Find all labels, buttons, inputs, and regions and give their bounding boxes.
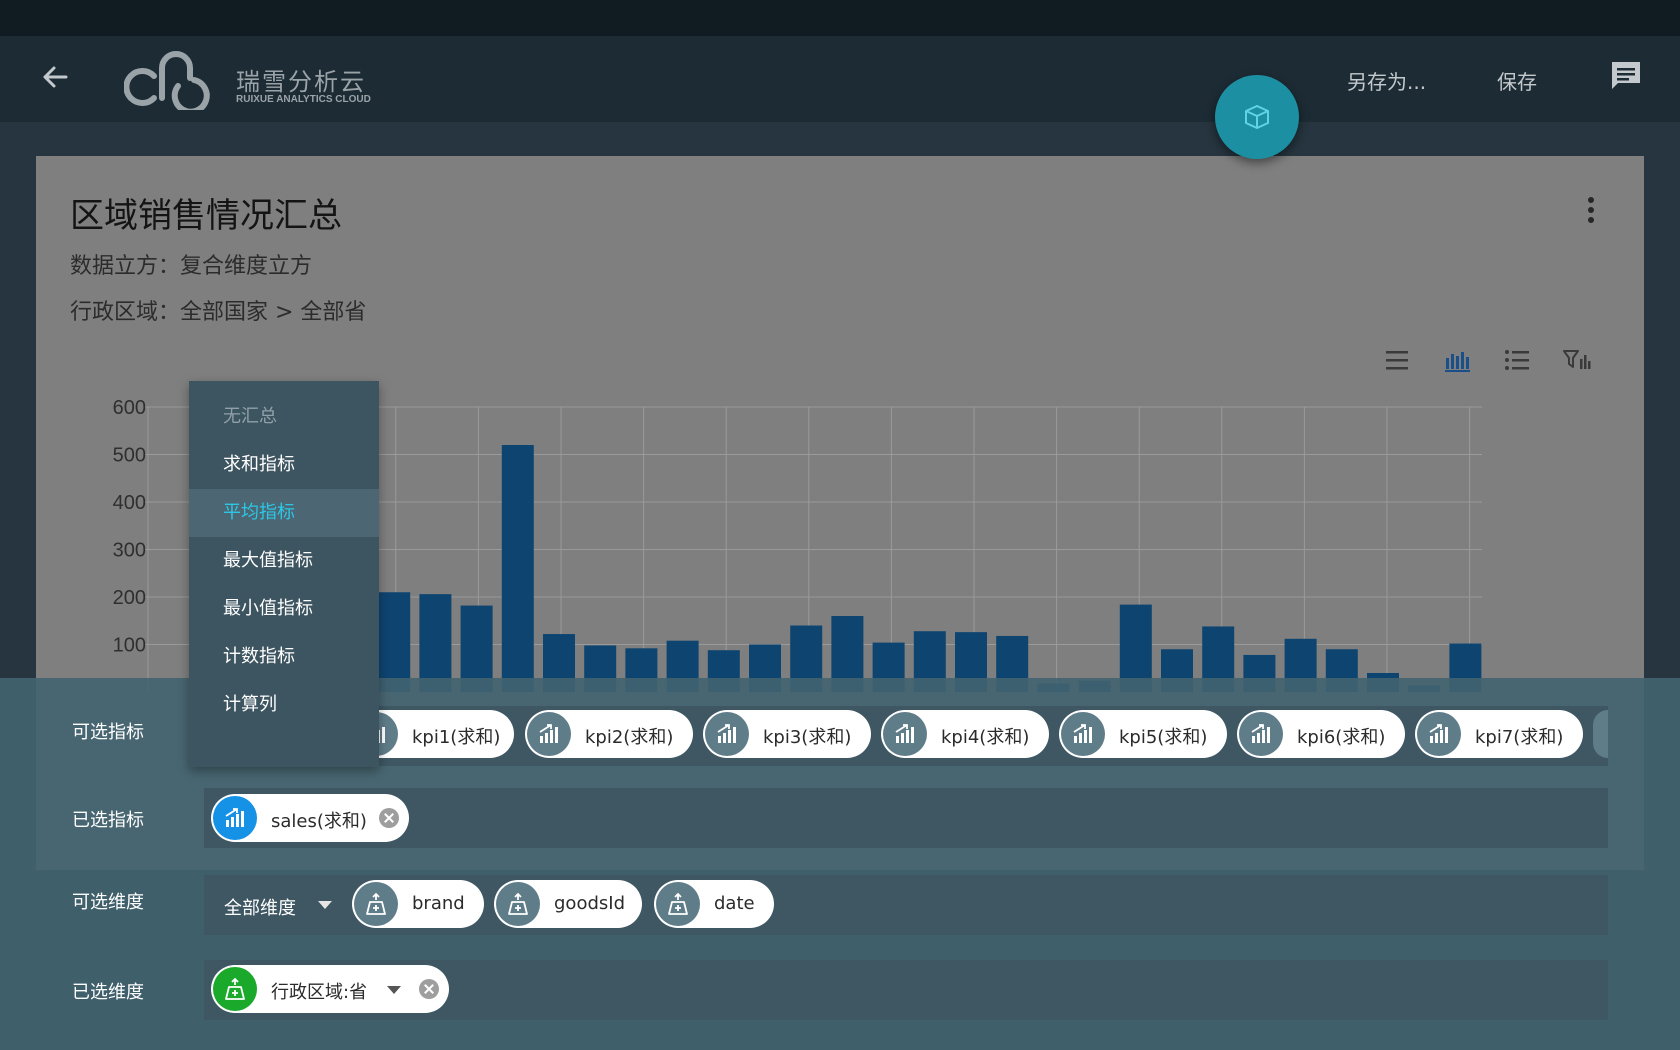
dimension-chip-label: date bbox=[714, 893, 755, 914]
metric-chip-label: kpi7(求和) bbox=[1475, 727, 1564, 748]
back-arrow-icon[interactable] bbox=[36, 58, 74, 96]
bar[interactable] bbox=[501, 445, 534, 692]
menu-item-calculated-column[interactable]: 计算列 bbox=[189, 681, 379, 729]
dimension-chip-label: goodsId bbox=[554, 893, 625, 914]
metric-icon bbox=[883, 712, 927, 756]
menu-item-count[interactable]: 计数指标 bbox=[189, 633, 379, 681]
menu-item-average[interactable]: 平均指标 bbox=[189, 489, 379, 537]
y-tick-label: 400 bbox=[113, 492, 146, 514]
metric-icon bbox=[705, 712, 749, 756]
metric-chip[interactable]: kpi4(求和) bbox=[881, 710, 1049, 758]
menu-item-min[interactable]: 最小值指标 bbox=[189, 585, 379, 633]
logo-text: 瑞雪分析云 bbox=[236, 68, 366, 96]
available-metrics-label: 可选指标 bbox=[72, 722, 144, 743]
cube-icon bbox=[1245, 105, 1269, 129]
dimension-icon bbox=[354, 882, 398, 926]
chevron-down-icon[interactable] bbox=[387, 986, 401, 994]
dimension-icon bbox=[213, 967, 257, 1011]
y-tick-label: 200 bbox=[113, 587, 146, 609]
metric-chip[interactable]: kpi2(求和) bbox=[525, 710, 693, 758]
save-as-button[interactable]: 另存为... bbox=[1347, 66, 1426, 95]
menu-item-sum[interactable]: 求和指标 bbox=[189, 441, 379, 489]
selected-dimension-label: 行政区域:省 bbox=[271, 982, 368, 1003]
remove-dimension-icon[interactable] bbox=[419, 979, 439, 999]
logo: 瑞雪分析云 RUIXUE ANALYTICS CLOUD bbox=[124, 46, 384, 110]
metric-chip[interactable]: kpi7(求和) bbox=[1415, 710, 1583, 758]
available-dimensions-label: 可选维度 bbox=[72, 892, 144, 913]
metric-chip-label: kpi2(求和) bbox=[585, 727, 674, 748]
dimension-chip[interactable]: goodsId bbox=[494, 880, 642, 928]
dimension-chip[interactable]: date bbox=[654, 880, 774, 928]
y-tick-label: 500 bbox=[113, 445, 146, 467]
metric-icon bbox=[1239, 712, 1283, 756]
metric-icon bbox=[527, 712, 571, 756]
dimension-filter-select[interactable]: 全部维度 bbox=[224, 894, 296, 920]
selected-metric-label: sales(求和) bbox=[271, 811, 367, 832]
top-strip bbox=[0, 0, 1680, 36]
metric-icon bbox=[1061, 712, 1105, 756]
logo-subtext: RUIXUE ANALYTICS CLOUD bbox=[236, 94, 371, 105]
metric-chip-overflow[interactable] bbox=[1593, 710, 1608, 758]
y-tick-label: 100 bbox=[113, 635, 146, 657]
selected-dimensions-label: 已选维度 bbox=[72, 982, 144, 1003]
menu-item-no-summary: 无汇总 bbox=[223, 406, 277, 427]
dimension-chip-label: brand bbox=[412, 893, 465, 914]
metric-icon bbox=[1417, 712, 1461, 756]
selected-metrics-label: 已选指标 bbox=[72, 810, 144, 831]
metric-icon bbox=[213, 796, 257, 840]
metric-chip-label: kpi4(求和) bbox=[941, 727, 1030, 748]
save-button[interactable]: 保存 bbox=[1497, 66, 1537, 95]
y-tick-label: 600 bbox=[113, 397, 146, 419]
metric-chip-label: kpi1(求和) bbox=[412, 727, 501, 748]
remove-metric-icon[interactable] bbox=[379, 808, 399, 828]
aggregation-menu: 无汇总 求和指标 平均指标 最大值指标 最小值指标 计数指标 计算列 bbox=[189, 381, 379, 767]
selected-dimension-chip[interactable]: 行政区域:省 bbox=[211, 965, 449, 1013]
metric-chip[interactable]: kpi3(求和) bbox=[703, 710, 871, 758]
metric-chip-label: kpi6(求和) bbox=[1297, 727, 1386, 748]
dimension-icon bbox=[656, 882, 700, 926]
chevron-down-icon[interactable] bbox=[318, 901, 332, 909]
chat-icon[interactable] bbox=[1606, 56, 1646, 96]
logo-mark-icon bbox=[124, 51, 210, 110]
metric-chip[interactable]: kpi5(求和) bbox=[1059, 710, 1227, 758]
metric-chip[interactable]: kpi6(求和) bbox=[1237, 710, 1405, 758]
cube-fab-button[interactable] bbox=[1215, 75, 1299, 159]
y-tick-label: 300 bbox=[113, 540, 146, 562]
dimension-chip[interactable]: brand bbox=[352, 880, 484, 928]
menu-item-max[interactable]: 最大值指标 bbox=[189, 537, 379, 585]
selected-metrics-box bbox=[204, 788, 1608, 848]
dimension-icon bbox=[496, 882, 540, 926]
selected-metric-chip[interactable]: sales(求和) bbox=[211, 794, 409, 842]
metric-chip-label: kpi3(求和) bbox=[763, 727, 852, 748]
metric-chip-label: kpi5(求和) bbox=[1119, 727, 1208, 748]
